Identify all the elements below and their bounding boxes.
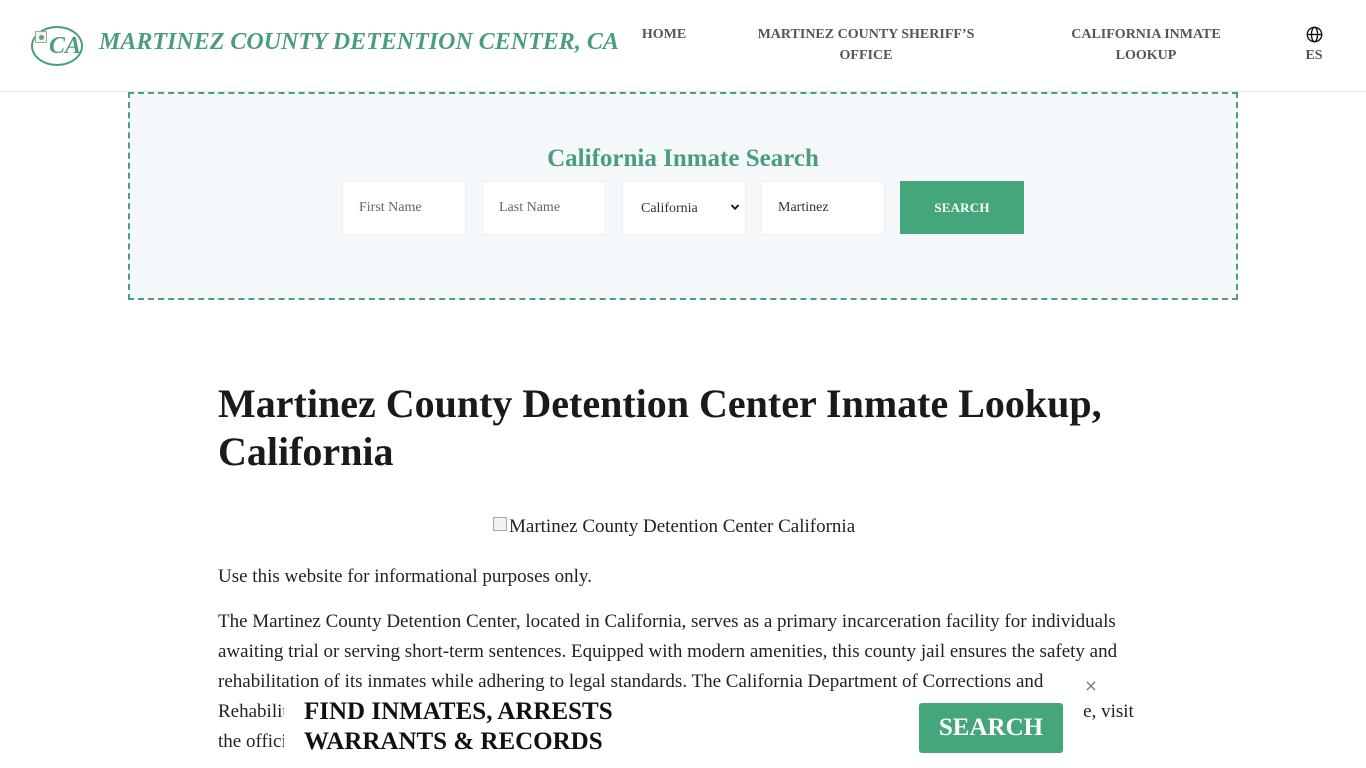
globe-icon bbox=[1306, 26, 1322, 43]
site-header: CA MARTINEZ COUNTY DETENTION CENTER, CA … bbox=[0, 0, 1366, 92]
broken-image-icon bbox=[35, 31, 47, 43]
logo-text: CA bbox=[49, 33, 82, 59]
inmate-search-panel: California Inmate Search California SEAR… bbox=[128, 92, 1238, 300]
last-name-input[interactable] bbox=[482, 181, 606, 235]
disclaimer-text: Use this website for informational purpo… bbox=[218, 566, 592, 587]
nav-home[interactable]: HOME bbox=[636, 24, 692, 45]
banner-line-1: FIND INMATES, ARRESTS bbox=[304, 698, 613, 725]
city-input[interactable] bbox=[761, 181, 885, 235]
nav-sheriff-office[interactable]: MARTINEZ COUNTY SHERIFF’S OFFICE bbox=[748, 24, 984, 66]
first-name-input[interactable] bbox=[342, 181, 466, 235]
search-title: California Inmate Search bbox=[547, 145, 819, 172]
nav-inmate-lookup[interactable]: CALIFORNIA INMATE LOOKUP bbox=[1062, 24, 1230, 66]
search-button[interactable]: SEARCH bbox=[900, 181, 1024, 234]
site-logo[interactable]: CA bbox=[31, 26, 83, 66]
language-switch[interactable]: ES bbox=[1296, 26, 1332, 66]
facility-image: Martinez County Detention Center Califor… bbox=[493, 516, 893, 542]
banner-text: FIND INMATES, ARRESTS WARRANTS & RECORDS bbox=[304, 697, 613, 757]
state-select[interactable]: California bbox=[622, 181, 746, 235]
banner-search-button[interactable]: SEARCH bbox=[919, 703, 1063, 753]
language-label: ES bbox=[1305, 48, 1323, 63]
facility-image-alt: Martinez County Detention Center Califor… bbox=[509, 516, 856, 537]
site-title[interactable]: MARTINEZ COUNTY DETENTION CENTER, CA bbox=[99, 29, 619, 56]
page-title: Martinez County Detention Center Inmate … bbox=[218, 381, 1102, 474]
broken-image-icon bbox=[493, 517, 507, 531]
banner-line-2: WARRANTS & RECORDS bbox=[304, 728, 603, 755]
close-icon[interactable]: × bbox=[1082, 676, 1100, 698]
